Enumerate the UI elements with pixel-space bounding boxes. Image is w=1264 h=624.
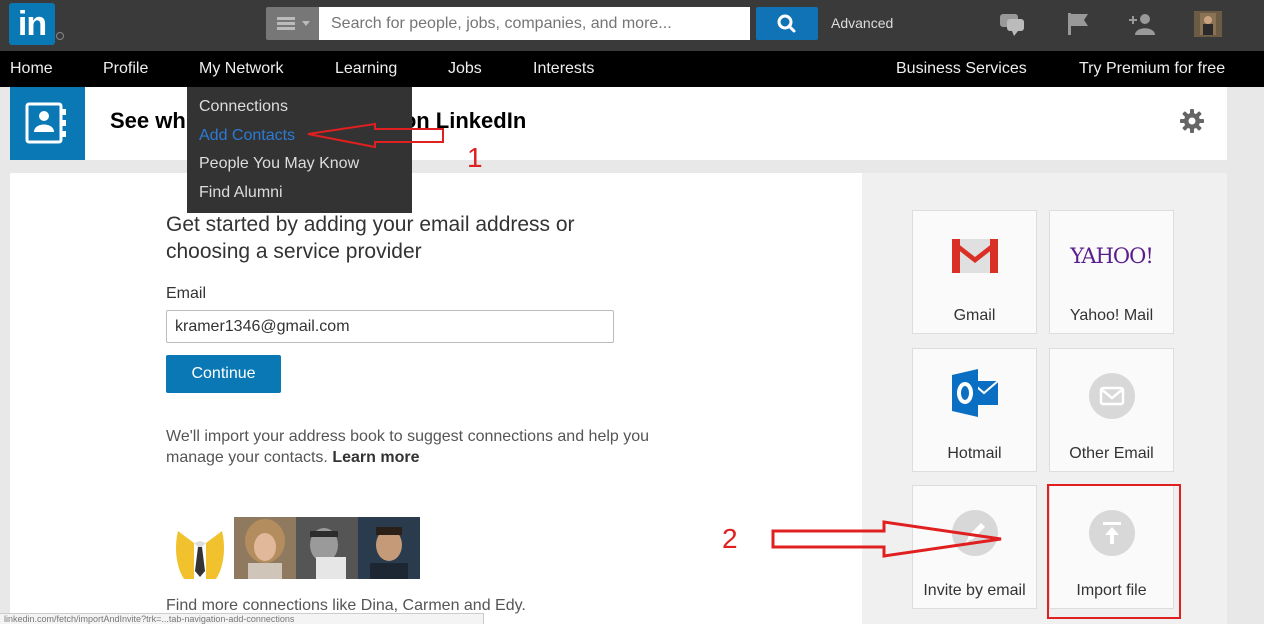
outlook-icon <box>951 369 999 417</box>
page-title-start: See wh <box>110 108 186 133</box>
caret-down-icon <box>302 21 310 26</box>
address-book-icon <box>25 102 66 144</box>
search-category-menu-button[interactable] <box>266 7 319 40</box>
search-button[interactable] <box>756 7 818 40</box>
avatar[interactable] <box>296 517 358 579</box>
my-network-dropdown: Connections Add Contacts People You May … <box>187 87 412 213</box>
nav-learning[interactable]: Learning <box>335 60 397 78</box>
avatar[interactable] <box>234 517 296 579</box>
browser-status-bar: linkedin.com/fetch/importAndInvite?trk=.… <box>0 613 484 624</box>
search-icon <box>777 14 796 33</box>
header-icon-box <box>10 87 85 160</box>
top-bar: in Advanced <box>0 0 1264 51</box>
main-navigation: Home Profile My Network Learning Jobs In… <box>0 51 1264 87</box>
gmail-icon <box>951 239 998 273</box>
nav-profile[interactable]: Profile <box>103 60 148 78</box>
provider-other-email-label: Other Email <box>1069 445 1154 462</box>
messages-icon[interactable] <box>998 11 1026 37</box>
search-input[interactable] <box>319 7 750 40</box>
page-title-end: on LinkedIn <box>402 108 527 133</box>
profile-avatar[interactable] <box>1194 11 1222 37</box>
email-label: Email <box>166 285 207 302</box>
dropdown-item-find-alumni[interactable]: Find Alumni <box>199 184 283 202</box>
email-field[interactable] <box>166 310 614 343</box>
provider-hotmail-tile[interactable]: Hotmail <box>912 348 1037 472</box>
annotation-number-2: 2 <box>722 523 738 554</box>
menu-icon <box>277 17 295 31</box>
import-headline: Get started by adding your email address… <box>166 213 575 263</box>
nav-interests[interactable]: Interests <box>533 60 594 78</box>
import-file-highlight-box <box>1047 484 1181 619</box>
pencil-icon <box>951 510 998 556</box>
provider-gmail-tile[interactable]: Gmail <box>912 210 1037 334</box>
annotation-number-1: 1 <box>467 142 483 173</box>
nav-jobs[interactable]: Jobs <box>448 60 482 78</box>
provider-hotmail-label: Hotmail <box>947 445 1002 462</box>
import-info-text: We'll import your address book to sugges… <box>166 426 676 468</box>
invite-by-email-tile[interactable]: Invite by email <box>912 485 1037 609</box>
provider-yahoo-tile[interactable]: YAHOO! Yahoo! Mail <box>1049 210 1174 334</box>
yahoo-logo-icon: YAHOO! <box>1070 244 1154 268</box>
dropdown-item-add-contacts[interactable]: Add Contacts <box>199 127 295 145</box>
import-contacts-card: Get started by adding your email address… <box>10 173 1227 624</box>
nav-my-network[interactable]: My Network <box>199 60 283 78</box>
continue-button[interactable]: Continue <box>166 355 281 393</box>
nav-home[interactable]: Home <box>10 60 53 78</box>
linkedin-logo[interactable]: in <box>9 3 55 45</box>
dropdown-item-connections[interactable]: Connections <box>199 98 288 116</box>
avatar[interactable] <box>172 517 234 579</box>
learn-more-link[interactable]: Learn more <box>332 449 419 466</box>
add-connection-icon[interactable] <box>1128 11 1156 37</box>
flag-icon[interactable] <box>1064 11 1092 37</box>
nav-try-premium[interactable]: Try Premium for free <box>1079 60 1225 78</box>
nav-business-services[interactable]: Business Services <box>896 60 1027 78</box>
dropdown-item-people-you-may-know[interactable]: People You May Know <box>199 155 359 173</box>
registered-mark-icon <box>56 32 64 40</box>
provider-yahoo-label: Yahoo! Mail <box>1069 307 1154 324</box>
provider-other-email-tile[interactable]: Other Email <box>1049 348 1174 472</box>
provider-gmail-label: Gmail <box>953 307 996 324</box>
gear-icon[interactable] <box>1180 109 1204 133</box>
invite-by-email-label: Invite by email <box>923 582 1026 599</box>
advanced-search-link[interactable]: Advanced <box>831 15 893 31</box>
avatar[interactable] <box>358 517 420 579</box>
envelope-icon <box>1088 373 1135 419</box>
